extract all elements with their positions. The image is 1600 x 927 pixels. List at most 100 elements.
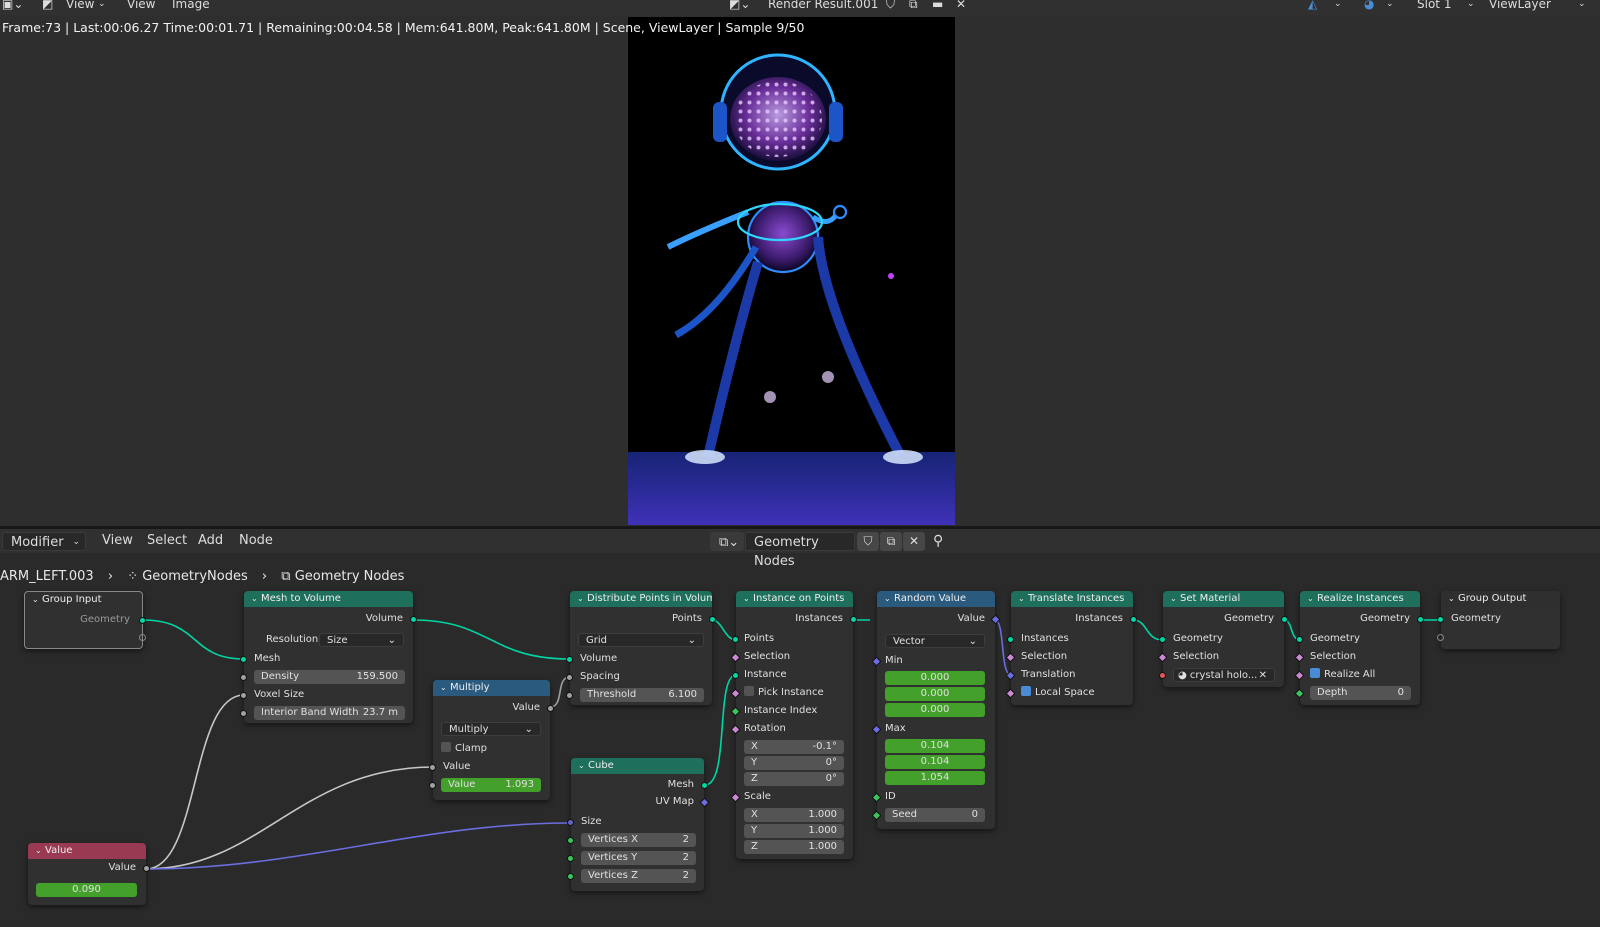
instance-socket[interactable]	[732, 672, 739, 679]
density-socket[interactable]	[240, 674, 247, 681]
scale-x-field[interactable]: X 1.000	[744, 808, 844, 822]
scale-z-field[interactable]: Z 1.000	[744, 840, 844, 854]
chevron-down-icon[interactable]: ⌄	[1170, 591, 1180, 607]
value-out-socket[interactable]	[547, 705, 554, 712]
node-header[interactable]: ⌄ Distribute Points in Volume	[570, 591, 712, 607]
node-cube[interactable]: ⌄ Cube Mesh UV Map Size Vertices X 2 Verti…	[567, 758, 710, 891]
node-header[interactable]: ⌄ Translate Instances	[1011, 591, 1133, 607]
node-header[interactable]: ⌄ Cube	[571, 758, 704, 774]
node-header[interactable]: ⌄ Realize Instances	[1300, 591, 1420, 607]
geometry-out-socket[interactable]	[1417, 616, 1424, 623]
data-type-select[interactable]: Vector ⌄	[885, 634, 985, 648]
size-socket[interactable]	[567, 819, 574, 826]
vertices-y-socket[interactable]	[567, 855, 574, 862]
checkbox-icon[interactable]	[744, 686, 754, 696]
threshold-socket[interactable]	[566, 692, 573, 699]
min-x-field[interactable]: 0.000	[885, 671, 985, 685]
rotation-y-field[interactable]: Y 0°	[744, 756, 844, 770]
value-field[interactable]: Value 1.093	[441, 778, 541, 792]
geometry-in-socket[interactable]	[1296, 636, 1303, 643]
menu-image[interactable]: Image	[172, 0, 210, 12]
value-out-socket[interactable]	[143, 865, 150, 872]
chevron-down-icon[interactable]: ⌄	[578, 758, 588, 774]
node-header[interactable]: ⌄ Value	[28, 843, 146, 859]
menu-view-1[interactable]: View	[66, 0, 94, 12]
chevron-down-icon[interactable]: ⌄	[35, 843, 45, 859]
node-multiply[interactable]: ⌄ Multiply Value Multiply ⌄ Clamp Value Va…	[429, 680, 554, 800]
spacing-socket[interactable]	[566, 674, 573, 681]
chevron-down-icon[interactable]: ⌄	[743, 591, 753, 607]
min-z-field[interactable]: 0.000	[885, 703, 985, 717]
node-header[interactable]: ⌄ Group Output	[1441, 591, 1560, 607]
node-set-material[interactable]: ⌄ Set Material Geometry Geometry Selectio…	[1157, 591, 1288, 687]
instances-out-socket[interactable]	[1130, 616, 1137, 623]
slot-select[interactable]: Slot 1	[1417, 0, 1451, 12]
threshold-field[interactable]: Threshold 6.100	[580, 688, 704, 702]
node-distribute-points[interactable]: ⌄ Distribute Points in Volume Points Grid…	[566, 591, 716, 705]
node-mesh-to-volume[interactable]: ⌄ Mesh to Volume Volume Resolution Size ⌄ …	[240, 591, 417, 723]
checkbox-icon[interactable]	[441, 742, 451, 752]
fake-user-shield-icon[interactable]: ⛉	[886, 0, 895, 12]
vertices-x-socket[interactable]	[567, 837, 574, 844]
pick-instance-checkbox[interactable]: Pick Instance	[744, 686, 824, 700]
chevron-down-icon[interactable]: ⌄	[32, 592, 42, 608]
chevron-down-icon[interactable]: ⌄	[1018, 591, 1028, 607]
material-select[interactable]: ◕ crystal holo... ✕	[1173, 668, 1275, 682]
duplicate-icon[interactable]: ⧉	[909, 0, 918, 12]
check-icon[interactable]	[1310, 668, 1320, 678]
node-header[interactable]: ⌄ Set Material	[1163, 591, 1284, 607]
max-z-field[interactable]: 1.054	[885, 771, 985, 785]
node-header[interactable]: ⌄ Instance on Points	[736, 591, 853, 607]
chevron-down-icon[interactable]: ⌄	[440, 680, 450, 696]
depth-field[interactable]: Depth 0	[1310, 686, 1411, 700]
geometry-in-socket[interactable]	[1159, 636, 1166, 643]
instances-socket[interactable]	[850, 616, 857, 623]
rotation-x-field[interactable]: X -0.1°	[744, 740, 844, 754]
volume-socket[interactable]	[410, 616, 417, 623]
chevron-down-icon[interactable]: ⌄	[884, 591, 894, 607]
instances-in-socket[interactable]	[1007, 636, 1014, 643]
check-icon[interactable]	[1021, 686, 1031, 696]
vertices-z-field[interactable]: Vertices Z 2	[581, 869, 696, 883]
material-socket[interactable]	[1159, 672, 1166, 679]
rotation-z-field[interactable]: Z 0°	[744, 772, 844, 786]
density-field[interactable]: Density 159.500	[254, 670, 405, 684]
overlay-icon[interactable]: ◕	[1364, 0, 1374, 12]
chevron-down-icon[interactable]: ⌄	[251, 591, 261, 607]
viewlayer-select[interactable]: ViewLayer	[1489, 0, 1551, 12]
node-header[interactable]: ⌄ Random Value	[877, 591, 995, 607]
chevron-down-icon[interactable]: ⌄	[1307, 591, 1317, 607]
node-header[interactable]: ⌄ Mesh to Volume	[244, 591, 413, 607]
geometry-out-socket[interactable]	[1281, 616, 1288, 623]
value-in-socket-2[interactable]	[429, 782, 436, 789]
view-mode-icon[interactable]: ◩	[42, 0, 53, 12]
value-field[interactable]: 0.090	[36, 883, 137, 897]
value-in-socket[interactable]	[429, 764, 436, 771]
mode-select[interactable]: Grid ⌄	[578, 633, 704, 647]
node-value[interactable]: ⌄ Value Value 0.090	[28, 843, 150, 905]
image-viewer[interactable]: Frame:73 | Last:00:06.27 Time:00:01.71 |…	[0, 15, 1600, 528]
empty-socket[interactable]	[139, 634, 146, 641]
image-name-field[interactable]: Render Result.001	[768, 0, 878, 12]
band-socket[interactable]	[240, 710, 247, 717]
clamp-checkbox[interactable]: Clamp	[441, 742, 487, 756]
vertices-x-field[interactable]: Vertices X 2	[581, 833, 696, 847]
menu-view-2[interactable]: View	[127, 0, 155, 12]
realize-all-checkbox[interactable]: Realize All	[1310, 668, 1375, 682]
close-icon[interactable]: ✕	[1259, 669, 1267, 683]
seed-field[interactable]: Seed 0	[885, 808, 985, 822]
node-header[interactable]: ⌄ Multiply	[433, 680, 550, 696]
mesh-out-socket[interactable]	[701, 782, 708, 789]
local-space-checkbox[interactable]: Local Space	[1021, 686, 1095, 700]
node-group-input[interactable]: ⌄ Group Input Geometry	[24, 591, 146, 649]
resolution-select[interactable]: Size ⌄	[319, 633, 404, 647]
chevron-down-icon[interactable]: ⌄	[1386, 0, 1394, 12]
chevron-down-icon[interactable]: ⌄	[577, 591, 587, 607]
max-x-field[interactable]: 0.104	[885, 739, 985, 753]
node-translate-instances[interactable]: ⌄ Translate Instances Instances Instances…	[1005, 591, 1137, 705]
points-in-socket[interactable]	[732, 636, 739, 643]
chevron-down-icon[interactable]: ⌄	[1334, 0, 1342, 12]
empty-socket[interactable]	[1437, 634, 1444, 641]
vertices-z-socket[interactable]	[567, 873, 574, 880]
chevron-down-icon[interactable]: ⌄	[1448, 591, 1458, 607]
